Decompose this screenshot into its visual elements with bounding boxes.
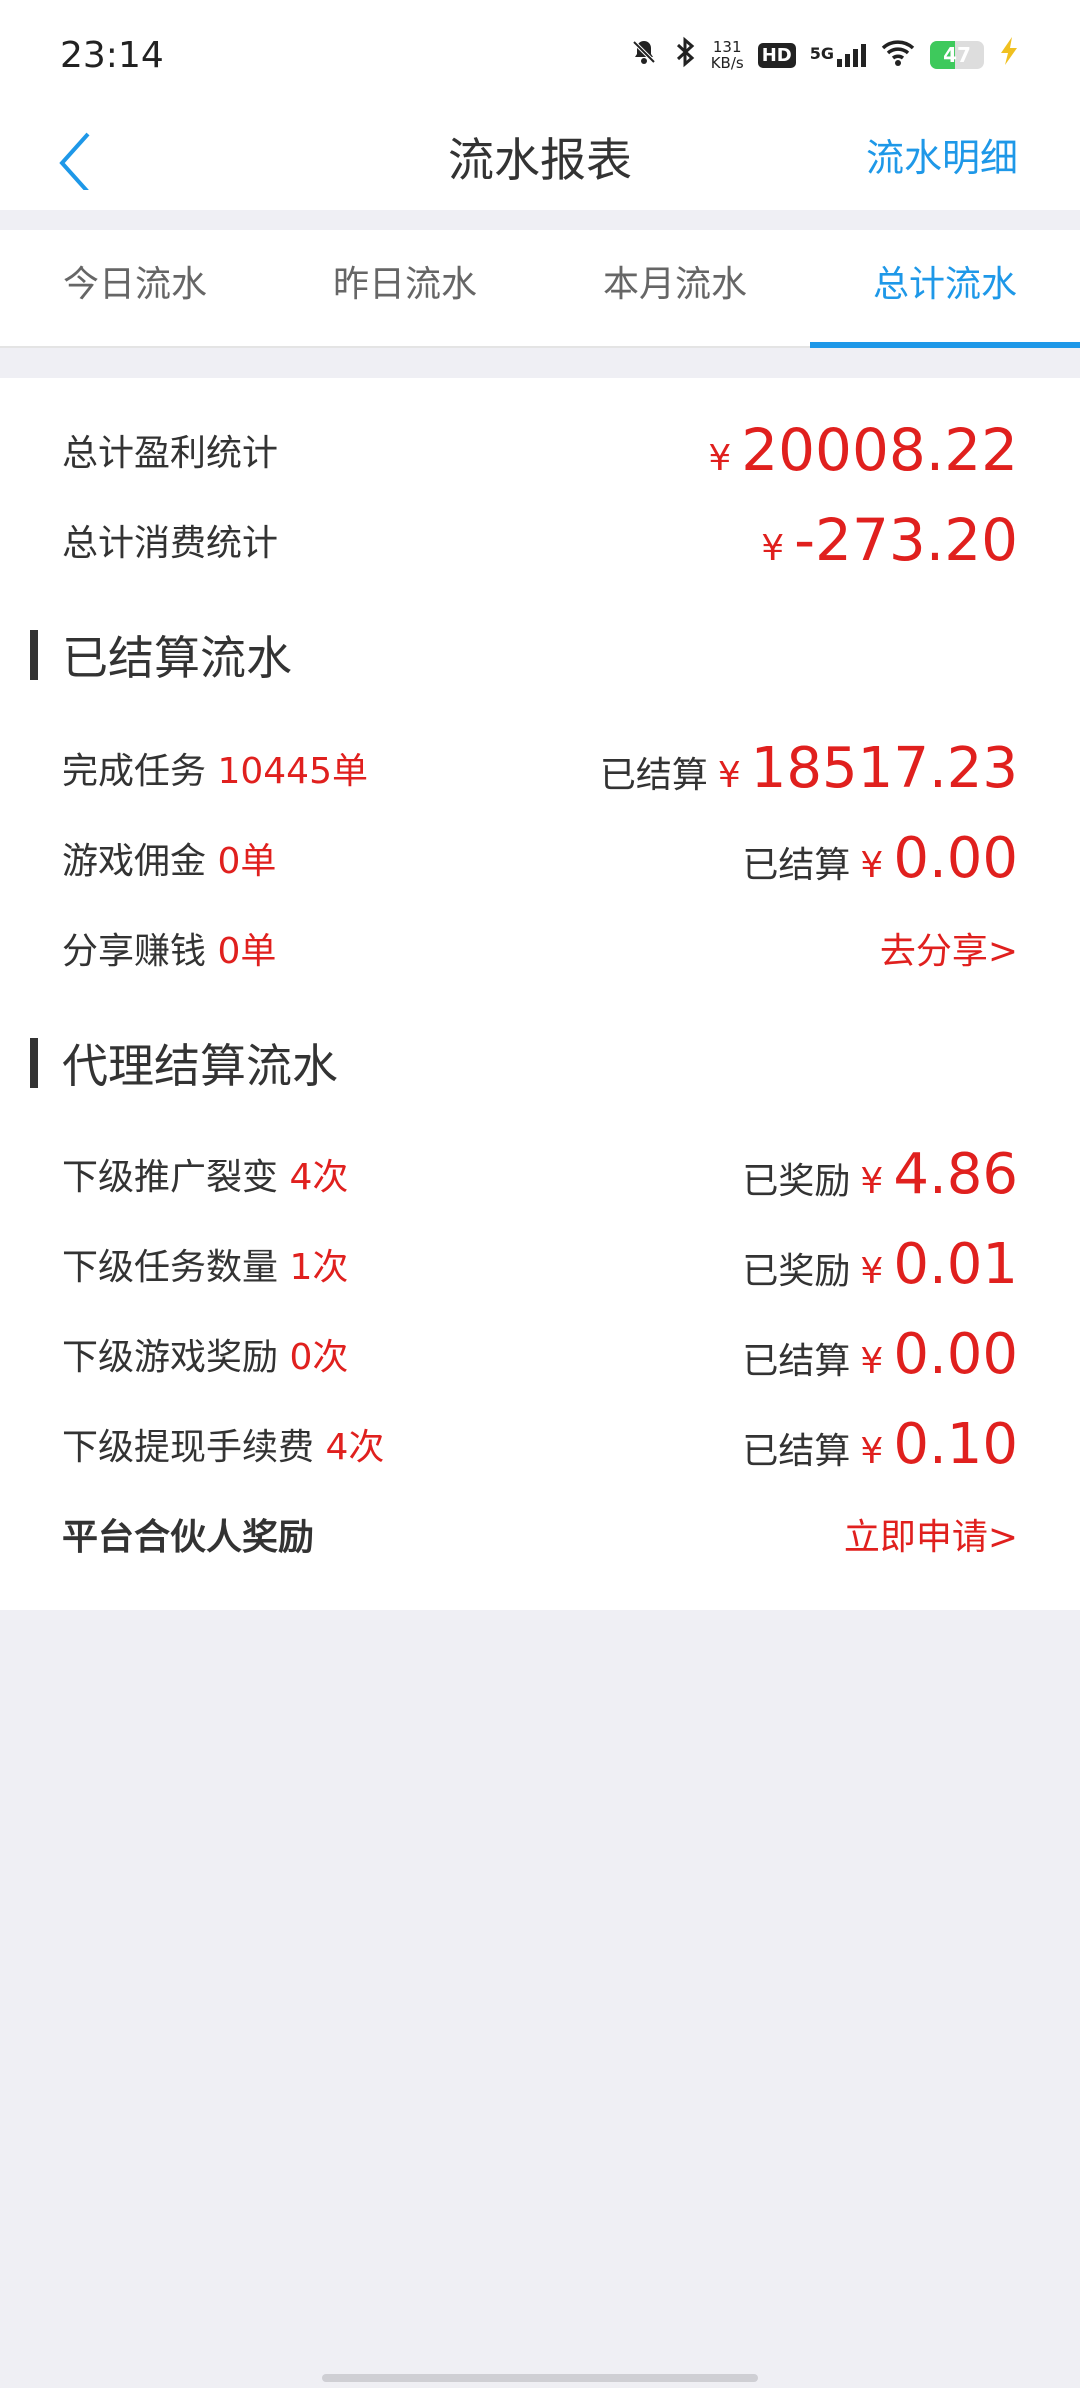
wifi-icon bbox=[880, 37, 916, 73]
section-marker bbox=[30, 630, 38, 680]
total-consume-value: ¥ -273.20 bbox=[761, 506, 1018, 574]
tab-this-month[interactable]: 本月流水 bbox=[540, 230, 810, 346]
section-marker bbox=[30, 1038, 38, 1088]
charging-icon bbox=[998, 36, 1020, 74]
partner-reward-label: 平台合伙人奖励 bbox=[62, 1517, 315, 1558]
currency-symbol: ¥ bbox=[860, 1340, 884, 1382]
row-title: 下级游戏奖励 bbox=[62, 1337, 279, 1378]
row-count: 4次 bbox=[325, 1427, 385, 1468]
go-share-link[interactable]: 去分享> bbox=[880, 922, 1018, 974]
row-title: 分享赚钱 bbox=[62, 931, 207, 972]
row-amount: 18517.23 bbox=[750, 735, 1018, 801]
cellular-signal-icon: 5G bbox=[809, 43, 866, 67]
list-item: 下级提现手续费 4次 已结算 ¥ 0.10 bbox=[62, 1404, 1018, 1484]
network-speed-value: 131 bbox=[712, 38, 742, 56]
report-card: 总计盈利统计 ¥ 20008.22 总计消费统计 ¥ -273.20 已结算流水… bbox=[0, 378, 1080, 1610]
row-label: 完成任务 10445单 bbox=[62, 742, 368, 794]
row-count: 0单 bbox=[217, 931, 277, 972]
battery-level: 47 bbox=[943, 43, 971, 67]
row-label: 游戏佣金 0单 bbox=[62, 832, 276, 884]
row-status: 已结算 bbox=[599, 754, 708, 796]
row-value: 已奖励 ¥ 0.01 bbox=[742, 1232, 1018, 1297]
row-label: 下级推广裂变 4次 bbox=[62, 1148, 348, 1200]
list-item: 下级任务数量 1次 已奖励 ¥ 0.01 bbox=[62, 1224, 1018, 1304]
row-label: 下级游戏奖励 0次 bbox=[62, 1328, 348, 1380]
settled-section-title: 已结算流水 bbox=[62, 631, 292, 685]
currency-symbol: ¥ bbox=[708, 438, 732, 479]
row-amount: 0.00 bbox=[893, 825, 1018, 891]
network-type: 5G bbox=[809, 43, 834, 63]
row-value: 已结算 ¥ 18517.23 bbox=[600, 736, 1018, 801]
tab-yesterday[interactable]: 昨日流水 bbox=[270, 230, 540, 346]
row-title: 完成任务 bbox=[62, 751, 207, 792]
agent-section-title: 代理结算流水 bbox=[62, 1039, 338, 1093]
status-time: 23:14 bbox=[60, 34, 164, 76]
status-bar: 23:14 131 KB/s HD 5G 47 bbox=[0, 0, 1080, 110]
row-value: 已结算 ¥ 0.10 bbox=[742, 1412, 1018, 1477]
flow-detail-link[interactable]: 流水明细 bbox=[866, 110, 1018, 210]
currency-symbol: ¥ bbox=[717, 754, 741, 796]
total-consume-row: 总计消费统计 ¥ -273.20 bbox=[62, 500, 1018, 580]
network-speed: 131 KB/s bbox=[711, 39, 744, 71]
row-amount: 0.10 bbox=[893, 1411, 1018, 1477]
battery-icon: 47 bbox=[930, 41, 984, 69]
tab-bar: 今日流水 昨日流水 本月流水 总计流水 bbox=[0, 230, 1080, 348]
partner-reward-row: 平台合伙人奖励 立即申请> bbox=[62, 1494, 1018, 1574]
row-title: 下级任务数量 bbox=[62, 1247, 279, 1288]
row-status: 已结算 bbox=[742, 1340, 851, 1382]
list-item: 下级游戏奖励 0次 已结算 ¥ 0.00 bbox=[62, 1314, 1018, 1394]
row-count: 0次 bbox=[289, 1337, 349, 1378]
total-consume-amount: -273.20 bbox=[794, 506, 1018, 574]
list-item: 游戏佣金 0单 已结算 ¥ 0.00 bbox=[62, 818, 1018, 898]
network-speed-unit: KB/s bbox=[710, 54, 744, 72]
row-count: 4次 bbox=[289, 1157, 349, 1198]
row-amount: 4.86 bbox=[893, 1141, 1018, 1207]
home-indicator[interactable] bbox=[322, 2374, 758, 2382]
row-amount: 0.00 bbox=[893, 1321, 1018, 1387]
row-count: 1次 bbox=[289, 1247, 349, 1288]
list-item: 完成任务 10445单 已结算 ¥ 18517.23 bbox=[62, 728, 1018, 808]
hd-voice-icon: HD bbox=[757, 42, 796, 68]
agent-section-header: 代理结算流水 bbox=[30, 1028, 338, 1098]
row-label: 下级任务数量 1次 bbox=[62, 1238, 348, 1290]
total-profit-amount: 20008.22 bbox=[741, 416, 1018, 484]
row-title: 游戏佣金 bbox=[62, 841, 207, 882]
tab-today[interactable]: 今日流水 bbox=[0, 230, 270, 346]
currency-symbol: ¥ bbox=[761, 528, 785, 569]
total-profit-value: ¥ 20008.22 bbox=[708, 416, 1018, 484]
total-profit-label: 总计盈利统计 bbox=[62, 433, 279, 474]
mute-bell-icon bbox=[629, 37, 659, 73]
status-icons: 131 KB/s HD 5G 47 bbox=[629, 36, 1020, 74]
row-status: 已结算 bbox=[742, 1430, 851, 1472]
row-status: 已结算 bbox=[742, 844, 851, 886]
row-title: 下级提现手续费 bbox=[62, 1427, 315, 1468]
row-status: 已奖励 bbox=[742, 1160, 851, 1202]
row-count: 10445单 bbox=[217, 751, 368, 792]
currency-symbol: ¥ bbox=[860, 1250, 884, 1292]
row-label: 分享赚钱 0单 bbox=[62, 922, 276, 974]
bluetooth-icon bbox=[673, 36, 697, 74]
row-title: 下级推广裂变 bbox=[62, 1157, 279, 1198]
row-value: 已结算 ¥ 0.00 bbox=[742, 826, 1018, 891]
row-label: 下级提现手续费 4次 bbox=[62, 1418, 384, 1470]
apply-now-link[interactable]: 立即申请> bbox=[844, 1508, 1018, 1560]
row-value: 已结算 ¥ 0.00 bbox=[742, 1322, 1018, 1387]
row-count: 0单 bbox=[217, 841, 277, 882]
tab-total[interactable]: 总计流水 bbox=[810, 230, 1080, 348]
currency-symbol: ¥ bbox=[860, 1430, 884, 1472]
total-profit-row: 总计盈利统计 ¥ 20008.22 bbox=[62, 410, 1018, 490]
currency-symbol: ¥ bbox=[860, 1160, 884, 1202]
settled-section-header: 已结算流水 bbox=[30, 620, 292, 690]
currency-symbol: ¥ bbox=[860, 844, 884, 886]
nav-bar: 流水报表 流水明细 bbox=[0, 110, 1080, 210]
row-status: 已奖励 bbox=[742, 1250, 851, 1292]
row-amount: 0.01 bbox=[893, 1231, 1018, 1297]
list-item: 下级推广裂变 4次 已奖励 ¥ 4.86 bbox=[62, 1134, 1018, 1214]
list-item: 分享赚钱 0单 去分享> bbox=[62, 908, 1018, 988]
row-value: 已奖励 ¥ 4.86 bbox=[742, 1142, 1018, 1207]
total-consume-label: 总计消费统计 bbox=[62, 523, 279, 564]
